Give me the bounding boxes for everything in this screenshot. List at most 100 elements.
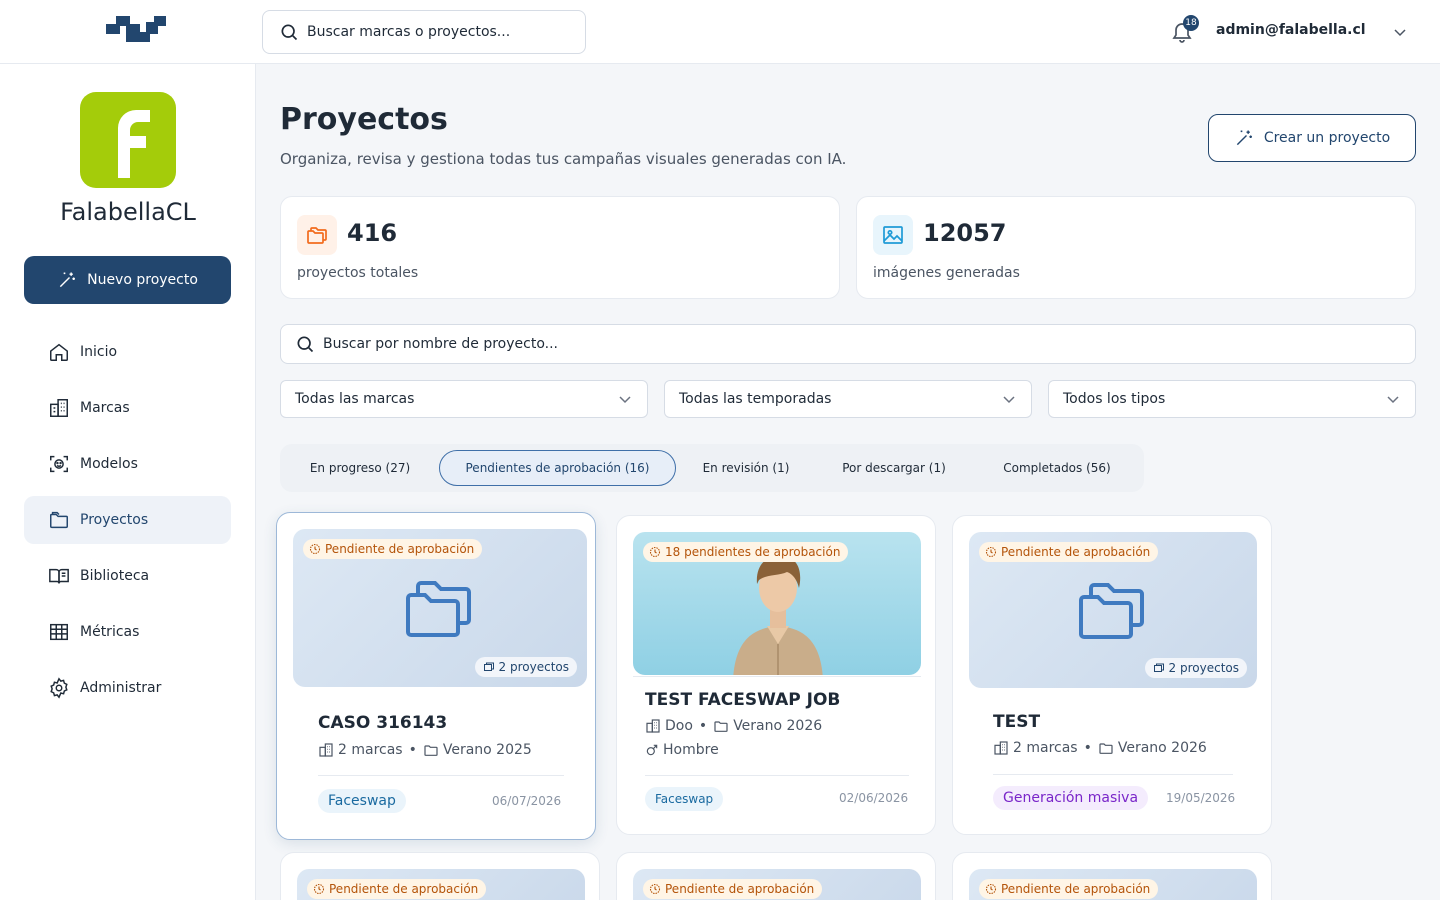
sidebar-nav: Inicio Marcas Modelos Proyectos Bibliote… (24, 328, 231, 720)
card-meta: 2 marcas • Verano 2025 (318, 742, 532, 758)
book-icon (49, 568, 69, 584)
sidebar-item-label: Administrar (80, 680, 162, 696)
tab-por-descargar[interactable]: Por descargar (1) (826, 450, 962, 486)
status-text: 18 pendientes de aprobación (665, 545, 841, 559)
tab-completados[interactable]: Completados (56) (984, 450, 1130, 486)
card-date: 02/06/2026 (839, 791, 909, 805)
magic-wand-icon (59, 272, 76, 288)
sidebar-item-proyectos[interactable]: Proyectos (24, 496, 231, 544)
global-search[interactable] (262, 10, 586, 54)
status-tabs: En progreso (27) Pendientes de aprobació… (280, 444, 1144, 492)
create-project-label: Crear un proyecto (1263, 130, 1391, 146)
sidebar-item-modelos[interactable]: Modelos (24, 440, 231, 488)
type-tag: Faceswap (645, 787, 724, 811)
stack-icon (1153, 663, 1164, 672)
image-icon (883, 226, 903, 244)
card-title: CASO 316143 (318, 713, 448, 733)
stat-label: proyectos totales (297, 265, 419, 281)
sidebar-item-administrar[interactable]: Administrar (24, 664, 231, 712)
new-project-button[interactable]: Nuevo proyecto (24, 256, 231, 304)
card-brands: 2 marcas (338, 742, 403, 758)
status-badge: Pendiente de aprobación (979, 542, 1159, 562)
folder-icon (714, 721, 728, 732)
separator-dot: • (408, 742, 417, 758)
status-badge: Pendiente de aprobación (643, 879, 823, 899)
project-search[interactable] (280, 324, 1416, 364)
project-count-badge: 2 proyectos (1144, 658, 1247, 678)
new-project-label: Nuevo proyecto (87, 272, 198, 288)
status-badge: Pendiente de aprobación (303, 539, 483, 559)
project-card[interactable]: Pendiente de aprobación 2 proyectos CASO… (276, 512, 596, 840)
folder-icon (1099, 743, 1113, 754)
card-meta: Doo • Verano 2026 (645, 718, 822, 734)
sidebar-item-label: Proyectos (80, 512, 149, 528)
card-divider (318, 775, 564, 776)
project-card[interactable]: Pendiente de aprobación (952, 852, 1272, 900)
brand-select-value: Todas las marcas (295, 391, 415, 407)
folders-icon (307, 227, 327, 244)
global-search-input[interactable] (307, 24, 567, 40)
notification-badge: 18 (1183, 15, 1199, 31)
sidebar-item-metricas[interactable]: Métricas (24, 608, 231, 656)
type-tag: Faceswap (318, 789, 406, 813)
sidebar-item-biblioteca[interactable]: Biblioteca (24, 552, 231, 600)
building-icon (994, 741, 1008, 755)
gear-icon (50, 677, 68, 699)
project-search-input[interactable] (323, 336, 1323, 352)
sidebar-item-label: Modelos (80, 456, 138, 472)
status-text: Pendiente de aprobación (665, 882, 815, 896)
status-text: Pendiente de aprobación (1001, 545, 1151, 559)
card-thumbnail: Pendiente de aprobación (297, 869, 585, 900)
folder-icon (424, 745, 438, 756)
card-thumbnail: Pendiente de aprobación (633, 869, 921, 900)
status-text: Pendiente de aprobación (1001, 882, 1151, 896)
project-card[interactable]: Pendiente de aprobación 2 proyectos TEST… (952, 515, 1272, 835)
brand-select[interactable]: Todas las marcas (280, 380, 648, 418)
tab-en-progreso[interactable]: En progreso (27) (294, 450, 426, 486)
project-card[interactable]: 18 pendientes de aprobación TEST FACESWA… (616, 515, 936, 835)
card-title: TEST FACESWAP JOB (645, 690, 841, 710)
sidebar-item-marcas[interactable]: Marcas (24, 384, 231, 432)
type-select-value: Todos los tipos (1063, 391, 1166, 407)
thumb-divider (633, 676, 921, 677)
building-icon (319, 743, 333, 757)
sidebar-item-label: Inicio (80, 344, 118, 360)
app-logo[interactable] (106, 16, 168, 50)
status-badge: 18 pendientes de aprobación (643, 542, 849, 562)
page-title: Proyectos (280, 102, 448, 137)
card-thumbnail: Pendiente de aprobación (969, 869, 1257, 900)
project-card[interactable]: Pendiente de aprobación (616, 852, 936, 900)
card-season: Verano 2026 (733, 718, 823, 734)
card-gender-text: Hombre (663, 742, 719, 758)
card-date: 06/07/2026 (492, 794, 562, 808)
clock-icon (649, 883, 661, 895)
magic-wand-icon (1236, 130, 1252, 146)
tab-pendientes[interactable]: Pendientes de aprobación (16) (439, 450, 676, 486)
chevron-down-icon[interactable] (1392, 24, 1408, 40)
season-select[interactable]: Todas las temporadas (664, 380, 1032, 418)
chevron-down-icon (619, 396, 631, 404)
clock-icon (309, 543, 321, 555)
brand-name: FalabellaCL (60, 198, 196, 226)
user-email[interactable]: admin@falabella.cl (1216, 22, 1366, 38)
type-tag: Generación masiva (993, 786, 1149, 810)
card-season: Verano 2026 (1117, 740, 1207, 756)
create-project-button[interactable]: Crear un proyecto (1208, 114, 1416, 162)
separator-dot: • (698, 718, 708, 734)
card-date: 19/05/2026 (1166, 791, 1236, 805)
card-season: Verano 2025 (442, 742, 532, 758)
card-thumbnail: Pendiente de aprobación 2 proyectos (969, 532, 1257, 688)
tab-en-revision[interactable]: En revisión (1) (690, 450, 802, 486)
separator-dot: • (1083, 740, 1092, 756)
sidebar-item-inicio[interactable]: Inicio (24, 328, 231, 376)
type-select[interactable]: Todos los tipos (1048, 380, 1416, 418)
stat-label: imágenes generadas (873, 265, 1020, 281)
brand-logo (80, 92, 176, 188)
card-gender: Hombre (645, 742, 719, 758)
home-icon (50, 343, 68, 361)
project-card[interactable]: Pendiente de aprobación (280, 852, 600, 900)
folders-icon (406, 581, 471, 637)
sidebar-item-label: Métricas (80, 624, 140, 640)
clock-icon (313, 883, 325, 895)
card-meta: 2 marcas • Verano 2026 (993, 740, 1207, 756)
